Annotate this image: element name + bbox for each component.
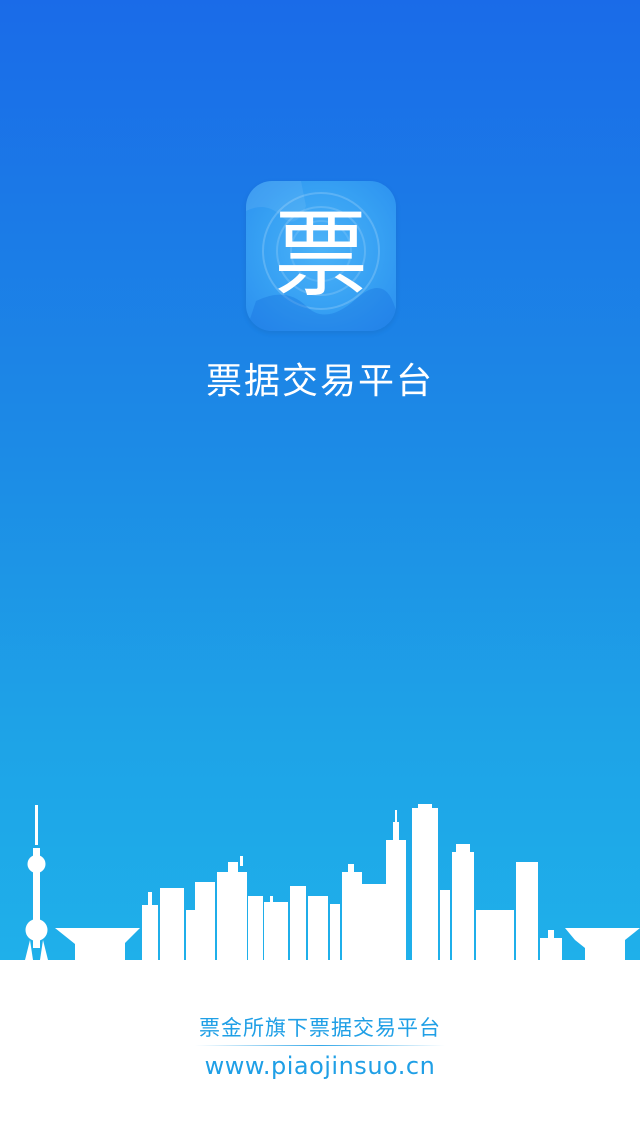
app-logo-icon: 票	[246, 181, 396, 331]
footer-url: www.piaojinsuo.cn	[204, 1052, 436, 1080]
city-skyline-illustration	[0, 804, 640, 1000]
app-title: 票据交易平台	[205, 361, 434, 402]
app-logo-glyph: 票	[273, 201, 368, 310]
footer-divider	[195, 1045, 445, 1046]
footer-tagline: 票金所旗下票据交易平台	[199, 1016, 441, 1040]
